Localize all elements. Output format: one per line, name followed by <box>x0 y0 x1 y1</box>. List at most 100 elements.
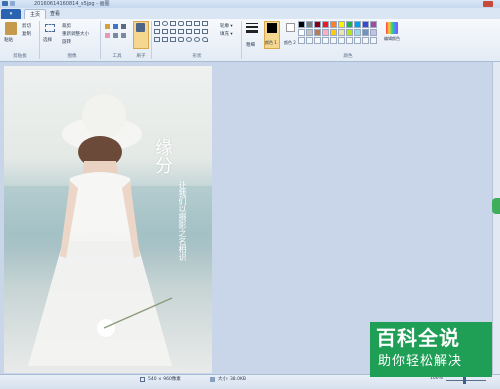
callout-cloud-shape-icon[interactable] <box>194 37 200 42</box>
custom-color-swatch[interactable] <box>298 37 305 44</box>
watermark-line1: 百科全说 <box>376 326 460 350</box>
file-menu-button[interactable]: ▾ <box>1 9 21 19</box>
edit-colors-button[interactable]: 编辑颜色 <box>384 36 400 42</box>
colors-group-label: 颜色 <box>343 54 353 59</box>
custom-color-swatch[interactable] <box>338 37 345 44</box>
oval-shape-icon[interactable] <box>162 21 168 26</box>
right-triangle-shape-icon[interactable] <box>202 21 208 26</box>
close-icon[interactable] <box>483 1 493 7</box>
edit-colors-icon[interactable] <box>386 22 398 34</box>
custom-color-swatch[interactable] <box>306 37 313 44</box>
callout-rect-shape-icon[interactable] <box>178 37 184 42</box>
triangle-shape-icon[interactable] <box>194 21 200 26</box>
palette-swatch[interactable] <box>362 29 369 36</box>
outline-dropdown[interactable]: 轮廓 ▾ <box>220 23 233 29</box>
palette-swatch[interactable] <box>330 21 337 28</box>
crop-button[interactable]: 裁剪 <box>62 23 71 29</box>
text-icon[interactable] <box>121 24 126 29</box>
heart-shape-icon[interactable] <box>202 37 208 42</box>
palette-swatch[interactable] <box>298 29 305 36</box>
callout-oval-shape-icon[interactable] <box>186 37 192 42</box>
color1-swatch <box>267 23 277 33</box>
rounded-rectangle-shape-icon[interactable] <box>178 21 184 26</box>
palette-swatch[interactable] <box>370 29 377 36</box>
custom-color-swatch[interactable] <box>314 37 321 44</box>
custom-color-swatch[interactable] <box>330 37 337 44</box>
custom-color-swatch[interactable] <box>322 37 329 44</box>
hexagon-shape-icon[interactable] <box>170 29 176 34</box>
palette-swatch[interactable] <box>306 29 313 36</box>
ribbon-divider <box>151 21 152 59</box>
custom-color-swatch[interactable] <box>354 37 361 44</box>
color-picker-icon[interactable] <box>113 33 118 38</box>
scroll-handle[interactable] <box>492 198 500 214</box>
select-icon[interactable] <box>45 24 55 32</box>
resize-button[interactable]: 重新调整大小 <box>62 31 89 37</box>
palette-swatch[interactable] <box>314 21 321 28</box>
star6-shape-icon[interactable] <box>170 37 176 42</box>
select-button[interactable]: 选择 <box>43 37 52 43</box>
copy-button[interactable]: 复制 <box>22 31 31 37</box>
quick-access-save-icon[interactable] <box>10 1 15 6</box>
custom-color-swatch[interactable] <box>346 37 353 44</box>
arrow-down-shape-icon[interactable] <box>202 29 208 34</box>
line-shape-icon[interactable] <box>154 21 160 26</box>
palette-swatch[interactable] <box>322 29 329 36</box>
palette-swatch[interactable] <box>330 29 337 36</box>
arrow-left-shape-icon[interactable] <box>186 29 192 34</box>
palette-swatch[interactable] <box>346 29 353 36</box>
tab-view[interactable]: 查看 <box>46 9 64 19</box>
color2-label: 颜色 2 <box>284 40 296 45</box>
star5-shape-icon[interactable] <box>162 37 168 42</box>
palette-swatch[interactable] <box>306 21 313 28</box>
zoom-slider-thumb[interactable] <box>463 377 466 384</box>
fill-icon[interactable] <box>113 24 118 29</box>
disk-icon <box>210 377 215 382</box>
palette-swatch[interactable] <box>346 21 353 28</box>
fill-dropdown[interactable]: 填充 ▾ <box>220 31 233 37</box>
palette-swatch[interactable] <box>322 21 329 28</box>
photo-calligraphy-subtitle: 让我们以摄影之名相识 <box>178 181 187 261</box>
pentagon-shape-icon[interactable] <box>162 29 168 34</box>
rotate-button[interactable]: 旋转 <box>62 39 71 45</box>
arrow-up-shape-icon[interactable] <box>194 29 200 34</box>
color-palette <box>298 21 380 51</box>
paste-icon[interactable] <box>5 22 17 35</box>
star4-shape-icon[interactable] <box>154 37 160 42</box>
palette-swatch[interactable] <box>338 21 345 28</box>
photo-calligraphy-title: 缘分 <box>152 138 173 174</box>
watermark-logo: 百科全说 助你轻松解决 <box>370 322 492 377</box>
polygon-shape-icon[interactable] <box>186 21 192 26</box>
palette-swatch[interactable] <box>370 21 377 28</box>
rectangle-shape-icon[interactable] <box>170 21 176 26</box>
size-button[interactable]: 粗细 <box>246 42 255 48</box>
color2-swatch[interactable] <box>286 23 295 32</box>
image-dimensions: 540 × 960像素 <box>148 377 181 382</box>
magnifier-icon[interactable] <box>121 33 126 38</box>
image-group-label: 图像 <box>67 54 77 59</box>
paste-button[interactable]: 粘贴 <box>4 37 13 43</box>
custom-color-swatch[interactable] <box>362 37 369 44</box>
ribbon-divider <box>100 21 101 59</box>
size-line-icon <box>246 26 258 28</box>
pencil-icon[interactable] <box>105 24 110 29</box>
palette-swatch[interactable] <box>298 21 305 28</box>
shapes-gallery[interactable] <box>154 21 216 49</box>
palette-swatch[interactable] <box>338 29 345 36</box>
palette-swatch[interactable] <box>314 29 321 36</box>
brushes-group-label: 刷子 <box>136 54 146 59</box>
ribbon-divider <box>39 21 40 59</box>
palette-swatch[interactable] <box>354 29 361 36</box>
cut-button[interactable]: 剪切 <box>22 23 31 29</box>
arrow-right-shape-icon[interactable] <box>178 29 184 34</box>
diamond-shape-icon[interactable] <box>154 29 160 34</box>
eraser-icon[interactable] <box>105 33 110 38</box>
image-canvas[interactable]: 缘分 让我们以摄影之名相识 <box>4 66 212 373</box>
palette-swatch[interactable] <box>362 21 369 28</box>
canvas-size-icon <box>140 377 145 382</box>
zoom-slider[interactable] <box>446 380 486 381</box>
vertical-scrollbar[interactable] <box>492 62 500 374</box>
paint-app-icon[interactable] <box>2 1 8 6</box>
palette-swatch[interactable] <box>354 21 361 28</box>
custom-color-swatch[interactable] <box>370 37 377 44</box>
